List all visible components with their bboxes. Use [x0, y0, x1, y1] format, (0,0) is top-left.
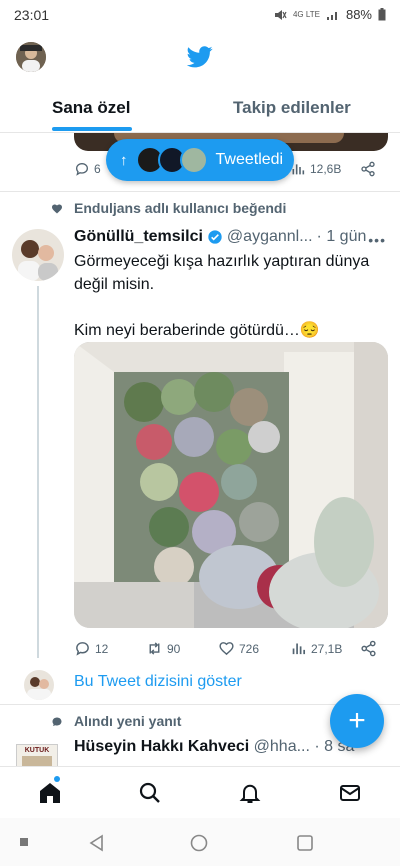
- retweet-button[interactable]: 90: [146, 640, 180, 657]
- share-icon: [361, 161, 375, 177]
- tweet-header: Gönüllü_temsilci @aygannl... · 1 gün: [74, 228, 366, 246]
- author-avatar[interactable]: [12, 229, 64, 281]
- bottom-navigation: [0, 766, 400, 819]
- views-icon: [292, 643, 306, 655]
- home-button-icon[interactable]: [190, 834, 208, 852]
- thread-avatar: [24, 670, 54, 700]
- more-options-icon[interactable]: •••: [368, 232, 386, 248]
- social-context: Alındı yeni yanıt: [74, 713, 182, 729]
- plus-icon: +: [348, 704, 366, 737]
- verified-badge-icon: [208, 230, 222, 244]
- social-context: Enduljans adlı kullanıcı beğendi: [74, 200, 287, 216]
- reply-count: 6: [94, 162, 101, 176]
- system-navigation: [0, 818, 400, 866]
- tab-following[interactable]: Takip edilenler: [233, 98, 351, 118]
- like-button[interactable]: 726: [218, 640, 259, 657]
- pill-avatar: [179, 146, 208, 174]
- signal-icon: [326, 11, 337, 20]
- profile-avatar[interactable]: [16, 42, 46, 72]
- author-name[interactable]: Hüseyin Hakkı Kahveci: [74, 738, 249, 755]
- views-button[interactable]: 12,6B: [290, 161, 341, 177]
- pill-avatars: [135, 146, 208, 174]
- new-tweets-pill[interactable]: ↑ Tweetledi: [106, 139, 294, 181]
- status-time: 23:01: [14, 7, 50, 23]
- status-indicators: 4G LTE 88%: [273, 7, 386, 22]
- notifications-icon[interactable]: [238, 781, 262, 805]
- search-icon[interactable]: [138, 781, 162, 805]
- reply-button[interactable]: 12: [74, 640, 108, 657]
- thread-line: [37, 286, 39, 658]
- new-content-dot: [54, 776, 60, 782]
- pill-label: Tweetledi: [215, 151, 284, 168]
- twitter-bird-icon[interactable]: [187, 46, 213, 68]
- tweet-header: Hüseyin Hakkı Kahveci @hha... · 8 sa: [74, 738, 354, 756]
- battery-icon: [378, 8, 386, 21]
- like-count: 726: [239, 641, 260, 656]
- mute-icon: [274, 9, 287, 20]
- tweet-actions: 12 90 726 27,1B: [74, 640, 384, 658]
- compose-tweet-button[interactable]: +: [330, 694, 384, 748]
- show-thread-link[interactable]: Bu Tweet dizisini göster: [74, 673, 242, 691]
- views-count: 27,1B: [311, 641, 343, 656]
- home-icon[interactable]: [38, 781, 62, 805]
- divider: [0, 191, 400, 192]
- comment-icon: [52, 717, 62, 726]
- reply-button[interactable]: 6: [74, 161, 101, 177]
- tweet-text: Görmeyeceği kışa hazırlık yaptıran dünya…: [74, 250, 386, 342]
- reply-icon: [75, 162, 89, 176]
- author-handle[interactable]: @aygannl...: [227, 228, 313, 246]
- reply-icon: [76, 642, 89, 656]
- tweet-text-line: Görmeyeceği kışa hazırlık yaptıran dünya…: [74, 253, 370, 293]
- author-handle[interactable]: @hha...: [254, 738, 310, 755]
- menu-dot-icon[interactable]: [20, 838, 28, 846]
- messages-icon[interactable]: [338, 781, 362, 805]
- views-count: 12,6B: [310, 162, 342, 176]
- views-button[interactable]: 27,1B: [290, 640, 342, 657]
- share-icon: [361, 640, 376, 657]
- battery-percent: 88%: [345, 7, 372, 22]
- retweet-count: 90: [167, 641, 181, 656]
- arrow-up-icon: ↑: [120, 151, 128, 169]
- tweet-media[interactable]: [74, 342, 388, 628]
- network-label: 4G LTE: [292, 9, 320, 19]
- tweet-time: · 1 gün: [316, 228, 367, 245]
- retweet-icon: [149, 642, 160, 655]
- status-bar: 23:01 4G LTE 88%: [0, 0, 400, 30]
- share-button[interactable]: [360, 161, 376, 177]
- active-tab-indicator: [52, 127, 132, 131]
- like-icon: [219, 642, 234, 656]
- recents-icon[interactable]: [296, 834, 314, 852]
- tab-for-you[interactable]: Sana özel: [52, 98, 130, 118]
- back-icon[interactable]: [88, 834, 104, 852]
- reply-count: 12: [95, 641, 109, 656]
- heart-icon: [52, 204, 62, 214]
- share-button[interactable]: [360, 640, 377, 657]
- author-name[interactable]: Gönüllü_temsilci: [74, 228, 203, 246]
- avatar-label: KUTUK: [24, 747, 50, 754]
- tweet-text-line: Kim neyi beraberinde götürdü…😔: [74, 322, 320, 339]
